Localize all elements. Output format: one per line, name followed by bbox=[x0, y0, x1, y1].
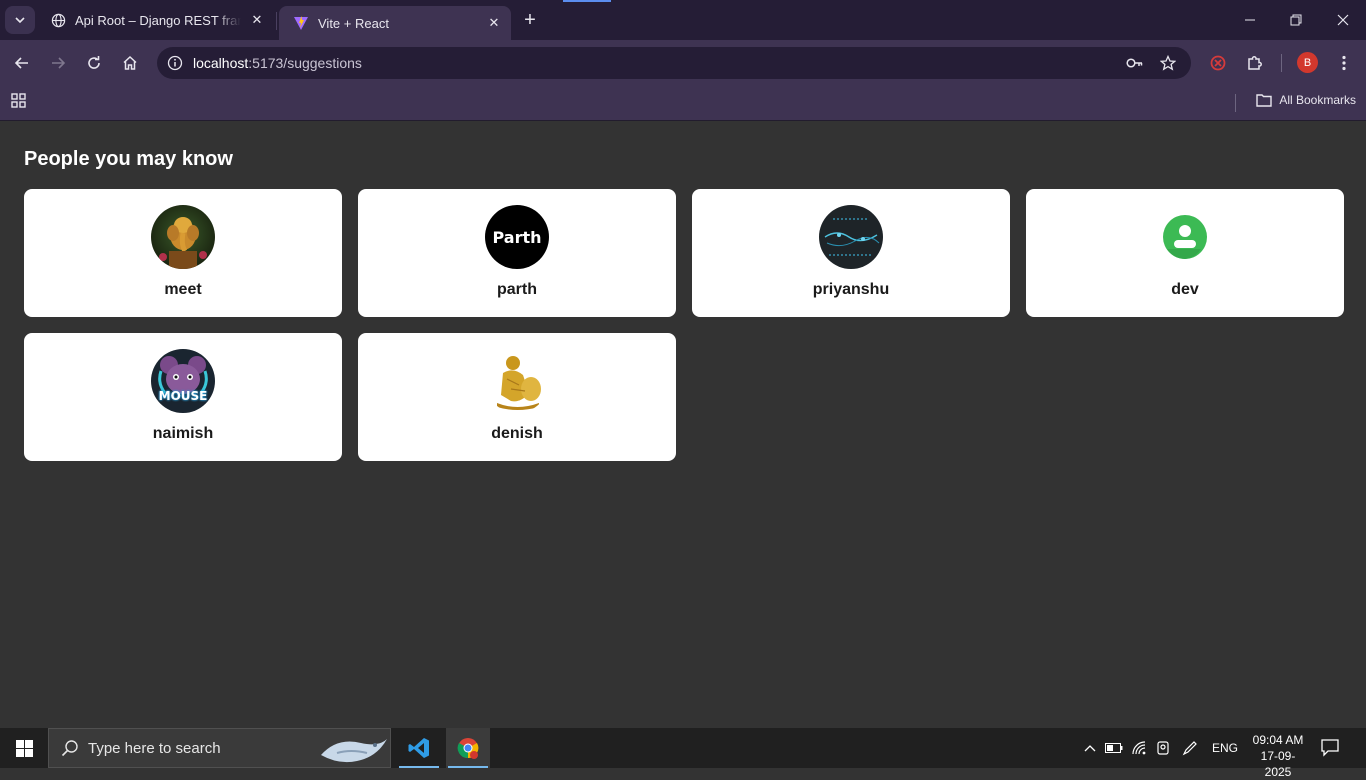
start-button[interactable] bbox=[0, 728, 48, 768]
taskbar-vscode[interactable] bbox=[397, 728, 441, 768]
url-host: localhost bbox=[193, 55, 249, 71]
priyanshu-dark-avatar-icon bbox=[819, 205, 883, 269]
all-bookmarks-label: All Bookmarks bbox=[1279, 93, 1356, 107]
pen-icon[interactable] bbox=[1180, 738, 1200, 758]
person-name: priyanshu bbox=[812, 281, 890, 298]
person-card-naimish[interactable]: MOUSE naimish bbox=[24, 333, 342, 461]
close-tab-icon[interactable]: ✕ bbox=[485, 14, 503, 32]
bookmark-star-icon[interactable] bbox=[1158, 53, 1178, 73]
windows-logo-icon bbox=[15, 739, 33, 757]
search-placeholder: Type here to search bbox=[88, 740, 221, 757]
tab-strip: Api Root – Django REST framework ✕ Vite … bbox=[0, 0, 1366, 40]
close-icon bbox=[1337, 14, 1349, 26]
system-clock[interactable]: 09:04 AM 17-09-2025 bbox=[1248, 732, 1308, 780]
person-card-denish[interactable]: denish bbox=[358, 333, 676, 461]
blocked-extension-icon bbox=[1210, 55, 1226, 71]
chevron-down-icon bbox=[15, 17, 25, 24]
search-icon bbox=[61, 739, 79, 762]
tab-title: Api Root – Django REST framework bbox=[75, 12, 241, 28]
tab-divider bbox=[276, 12, 277, 30]
menu-button[interactable] bbox=[1332, 51, 1356, 75]
extensions-button[interactable] bbox=[1243, 51, 1267, 75]
page-title: People you may know bbox=[24, 148, 233, 170]
home-icon bbox=[123, 55, 137, 70]
page-content: People you may know meet Parth parth pri… bbox=[0, 121, 1366, 728]
tab-drag-indicator bbox=[563, 0, 611, 2]
tab-vite-react[interactable]: Vite + React ✕ bbox=[279, 6, 511, 40]
profile-avatar[interactable]: B bbox=[1297, 52, 1318, 73]
browser-toolbar: localhost:5173/suggestions B bbox=[0, 40, 1366, 85]
notification-icon[interactable] bbox=[1320, 737, 1342, 759]
minimize-icon bbox=[1245, 19, 1255, 21]
person-name: meet bbox=[164, 281, 202, 298]
parth-text-avatar-icon: Parth bbox=[485, 205, 549, 269]
gold-statue-avatar-icon bbox=[485, 349, 549, 413]
avatar-text: MOUSE bbox=[158, 389, 208, 403]
person-name: parth bbox=[497, 281, 537, 298]
url-text: localhost:5173/suggestions bbox=[193, 55, 362, 71]
clock-date: 17-09-2025 bbox=[1260, 749, 1296, 779]
new-tab-button[interactable]: + bbox=[519, 9, 541, 31]
apps-grid-icon[interactable] bbox=[10, 92, 30, 112]
person-name: dev bbox=[1171, 281, 1199, 298]
close-tab-icon[interactable]: ✕ bbox=[248, 11, 266, 29]
password-key-icon[interactable] bbox=[1125, 53, 1145, 73]
globe-icon bbox=[50, 12, 66, 28]
kebab-menu-icon bbox=[1342, 55, 1346, 71]
person-card-dev[interactable]: dev bbox=[1026, 189, 1344, 317]
close-window-button[interactable] bbox=[1331, 8, 1355, 32]
tab-django-api-root[interactable]: Api Root – Django REST framework ✕ bbox=[36, 0, 274, 40]
language-indicator[interactable]: ENG bbox=[1212, 741, 1238, 755]
vscode-icon bbox=[408, 738, 429, 758]
clock-time: 09:04 AM bbox=[1252, 733, 1304, 747]
battery-icon[interactable] bbox=[1104, 738, 1124, 758]
bookmarks-bar: All Bookmarks bbox=[0, 85, 1366, 121]
wifi-icon[interactable] bbox=[1130, 738, 1150, 758]
default-user-avatar-icon bbox=[1153, 205, 1217, 269]
tab-search-button[interactable] bbox=[5, 6, 35, 34]
forward-button[interactable] bbox=[46, 51, 70, 75]
blocked-extension-button[interactable] bbox=[1206, 51, 1230, 75]
person-name: denish bbox=[491, 425, 543, 442]
reload-button[interactable] bbox=[82, 51, 106, 75]
show-hidden-icons-chevron-up-icon[interactable] bbox=[1080, 738, 1100, 758]
puzzle-icon bbox=[1248, 56, 1262, 70]
home-button[interactable] bbox=[118, 51, 142, 75]
person-name: naimish bbox=[152, 425, 214, 442]
tab-title: Vite + React bbox=[318, 15, 389, 31]
all-bookmarks-button[interactable]: All Bookmarks bbox=[1256, 93, 1356, 107]
site-info-icon[interactable] bbox=[165, 53, 185, 73]
back-button[interactable] bbox=[10, 51, 34, 75]
restore-icon bbox=[1290, 14, 1302, 26]
ganesha-avatar-icon bbox=[151, 205, 215, 269]
windows-taskbar: Type here to search ENG 09:04 AM 17-09-2… bbox=[0, 728, 1366, 779]
person-card-parth[interactable]: Parth parth bbox=[358, 189, 676, 317]
person-card-priyanshu[interactable]: priyanshu bbox=[692, 189, 1010, 317]
vite-logo-icon bbox=[293, 15, 309, 31]
avatar-text: Parth bbox=[492, 227, 542, 247]
camera-icon[interactable] bbox=[1153, 738, 1173, 758]
search-highlight-illustration-icon bbox=[317, 731, 389, 772]
bookmarks-divider bbox=[1235, 94, 1236, 112]
minimize-button[interactable] bbox=[1238, 8, 1262, 32]
mouse-mascot-avatar-icon: MOUSE bbox=[151, 349, 215, 413]
taskbar-chrome[interactable] bbox=[446, 728, 490, 768]
toolbar-divider bbox=[1281, 54, 1282, 72]
taskbar-search-box[interactable]: Type here to search bbox=[48, 728, 391, 768]
people-grid: meet Parth parth priyanshu dev MOUSE nai… bbox=[24, 189, 1344, 461]
url-path: :5173/suggestions bbox=[248, 55, 362, 71]
restore-button[interactable] bbox=[1284, 8, 1308, 32]
folder-icon bbox=[1256, 94, 1273, 107]
arrow-left-icon bbox=[14, 57, 28, 69]
address-bar[interactable]: localhost:5173/suggestions bbox=[157, 47, 1191, 79]
arrow-right-icon bbox=[52, 57, 66, 69]
chrome-icon bbox=[457, 738, 479, 759]
person-card-meet[interactable]: meet bbox=[24, 189, 342, 317]
reload-icon bbox=[88, 56, 100, 69]
